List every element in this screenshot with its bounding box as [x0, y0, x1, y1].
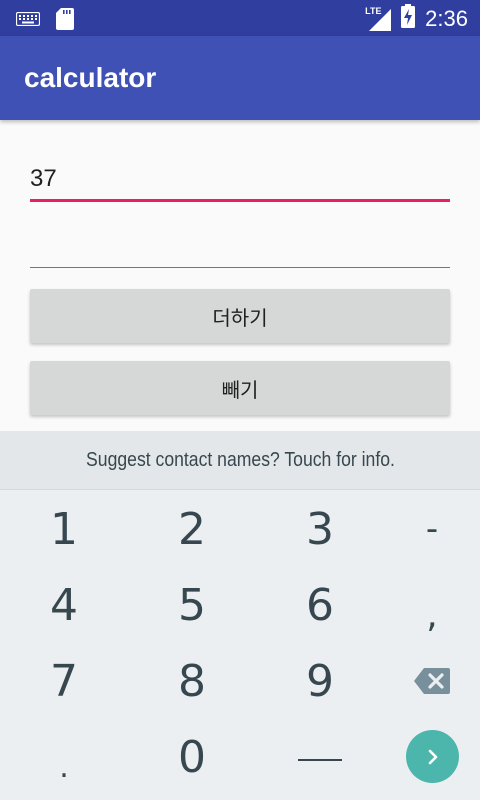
- go-icon: [428, 749, 437, 764]
- key-9-label: 9: [306, 655, 334, 707]
- keyboard-icon: [15, 11, 41, 31]
- key-6[interactable]: 6: [260, 567, 380, 643]
- key-minus[interactable]: -: [372, 491, 480, 567]
- number-input-2[interactable]: [30, 230, 450, 268]
- key-comma-label: ,: [426, 594, 438, 636]
- battery-charging-icon: [401, 4, 416, 33]
- backspace-icon: [414, 668, 450, 694]
- key-1-label: 1: [50, 503, 78, 555]
- key-9[interactable]: 9: [260, 643, 380, 719]
- key-0[interactable]: 0: [132, 719, 252, 795]
- key-2[interactable]: 2: [132, 491, 252, 567]
- subtract-button[interactable]: 빼기: [30, 361, 450, 415]
- number-input-1[interactable]: [30, 164, 450, 202]
- contact-suggestion-bar[interactable]: Suggest contact names? Touch for info.: [0, 431, 480, 490]
- key-8-label: 8: [178, 655, 206, 707]
- key-7[interactable]: 7: [4, 643, 124, 719]
- space-icon: [298, 759, 342, 761]
- sd-card-icon: [56, 8, 74, 35]
- app-title: calculator: [24, 62, 157, 93]
- add-button[interactable]: 더하기: [30, 289, 450, 343]
- app-bar: calculator: [0, 36, 480, 120]
- key-4[interactable]: 4: [4, 567, 124, 643]
- suggestion-text: Suggest contact names? Touch for info.: [85, 448, 395, 471]
- key-minus-label: -: [425, 509, 439, 549]
- key-3-label: 3: [306, 503, 334, 555]
- screen: LTE 2:36 calculator 더하기 빼기: [0, 0, 480, 800]
- key-2-label: 2: [178, 503, 206, 555]
- numeric-keyboard: Suggest contact names? Touch for info. 1…: [0, 431, 480, 800]
- key-6-label: 6: [306, 579, 334, 631]
- space-key[interactable]: [260, 719, 380, 795]
- key-3[interactable]: 3: [260, 491, 380, 567]
- status-clock: 2:36: [425, 5, 468, 31]
- key-7-label: 7: [50, 655, 78, 707]
- key-8[interactable]: 8: [132, 643, 252, 719]
- key-4-label: 4: [50, 579, 78, 631]
- key-5[interactable]: 5: [132, 567, 252, 643]
- status-bar: LTE 2:36: [0, 0, 480, 36]
- go-button[interactable]: [406, 730, 459, 783]
- key-0-label: 0: [178, 731, 206, 783]
- signal-icon: LTE: [365, 6, 392, 31]
- key-5-label: 5: [178, 579, 206, 631]
- key-dot[interactable]: .: [4, 719, 124, 795]
- key-dot-label: .: [59, 749, 69, 785]
- key-1[interactable]: 1: [4, 491, 124, 567]
- key-comma[interactable]: ,: [372, 577, 480, 653]
- calculator-form: 더하기 빼기: [0, 120, 480, 430]
- backspace-key[interactable]: [372, 643, 480, 719]
